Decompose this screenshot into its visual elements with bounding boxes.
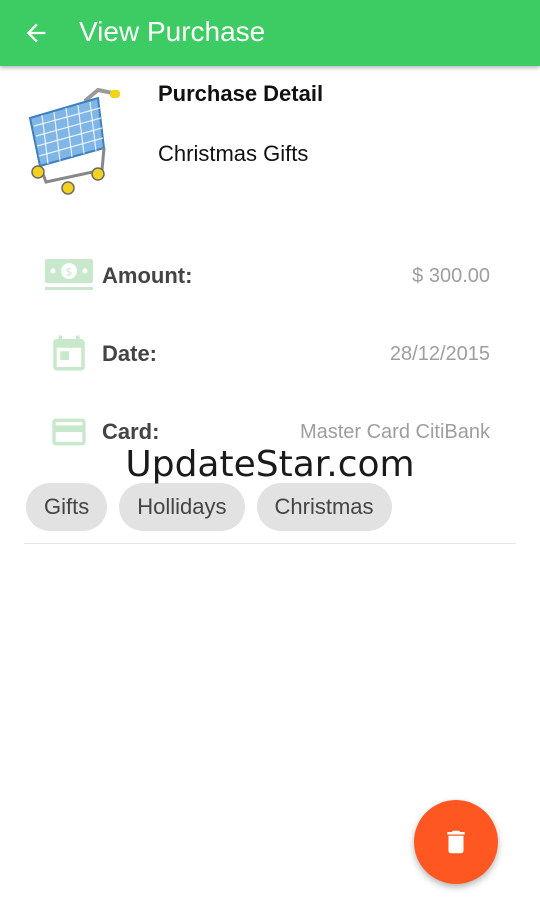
shopping-cart-icon	[28, 87, 120, 195]
amount-label: Amount:	[102, 263, 193, 288]
app-bar: View Purchase	[0, 0, 540, 66]
card-label: Card:	[102, 419, 160, 444]
divider	[24, 543, 516, 544]
tag-chip[interactable]: Christmas	[256, 483, 392, 531]
tag-chip[interactable]: Hollidays	[119, 483, 245, 531]
date-row: Date: 28/12/2015	[0, 332, 540, 376]
purchase-detail-heading: Purchase Detail	[158, 81, 324, 106]
money-icon: $	[45, 259, 93, 290]
amount-row: $ Amount: $ 300.00	[0, 254, 540, 298]
delete-button[interactable]	[414, 800, 498, 884]
date-label: Date:	[102, 341, 158, 366]
back-button[interactable]	[14, 13, 58, 53]
card-value: Master Card CitiBank	[299, 421, 490, 443]
delete-icon	[447, 830, 465, 854]
watermark-text: UpdateStar.com	[125, 444, 415, 485]
arrow-back-icon	[26, 23, 46, 43]
amount-value: $ 300.00	[412, 265, 490, 287]
calendar-icon	[53, 335, 85, 371]
tag-chip[interactable]: Gifts	[26, 483, 108, 531]
purchase-name: Christmas Gifts	[158, 141, 309, 166]
tag-list: Gifts Hollidays Christmas	[26, 483, 392, 531]
date-value: 28/12/2015	[389, 343, 490, 365]
page-title: View Purchase	[79, 16, 266, 47]
svg-text:$: $	[66, 266, 73, 279]
